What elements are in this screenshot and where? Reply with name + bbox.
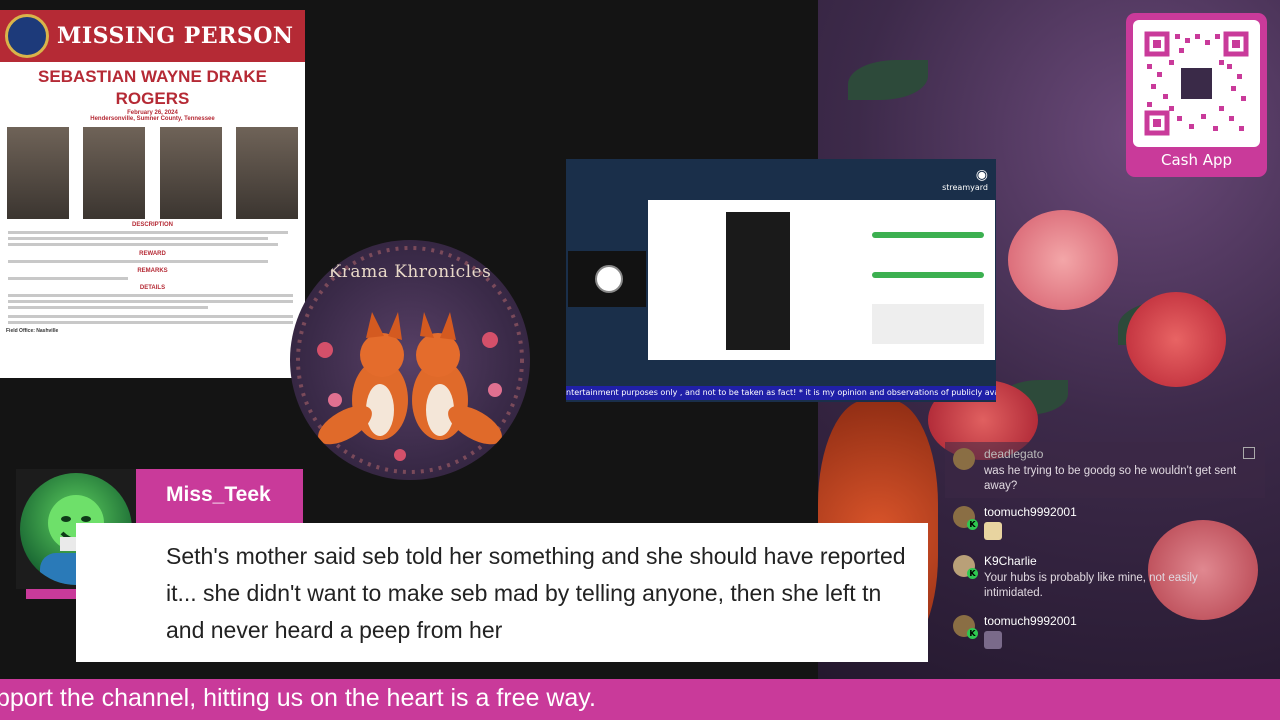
kick-badge-icon: K (967, 568, 978, 579)
chat-message: K K9Charlie Your hubs is probably like m… (945, 553, 1265, 603)
missing-person-photo (159, 127, 222, 219)
flyer-photos (0, 127, 305, 219)
flyer-header: MISSING PERSON (0, 10, 305, 62)
remarks-header: REMARKS (137, 268, 168, 274)
chat-message: K toomuch9992001 (945, 613, 1265, 659)
kick-badge-icon: K (967, 519, 978, 530)
field-office: Field Office: Nashville (6, 328, 59, 334)
details-header: DETAILS (139, 285, 166, 291)
chat-username: toomuch9992001 (984, 614, 1077, 628)
missing-person-photo (7, 127, 69, 219)
comment-username: Miss_Teek (166, 483, 271, 506)
missing-person-photo (83, 127, 146, 219)
streamyard-window: ◉ streamyard ntertainment purposes only … (566, 159, 996, 402)
shared-screen (648, 200, 995, 360)
video-panel (726, 212, 790, 350)
missing-person-photo (235, 127, 298, 219)
stream-ticker: ntertainment purposes only , and not to … (566, 386, 996, 400)
kick-badge-icon: K (967, 628, 978, 639)
chat-username: toomuch9992001 (984, 505, 1077, 519)
chat-username: K9Charlie (984, 554, 1037, 568)
chat-username: deadlegato (984, 447, 1044, 461)
ticker-text: pport the channel, hitting us on the hea… (0, 684, 596, 712)
chat-panel: deadlegato was he trying to be goodg so … (945, 418, 1265, 668)
chat-text: was he trying to be goodg so he wouldn't… (984, 465, 1237, 492)
flag-icon[interactable] (1243, 447, 1255, 459)
emote-icon (984, 522, 1002, 540)
missing-person-flyer: MISSING PERSON SEBASTIAN WAYNE DRAKE ROG… (0, 10, 305, 378)
reward-header: REWARD (139, 251, 166, 257)
fox-illustration (296, 246, 524, 474)
description-header: DESCRIPTION (131, 222, 173, 228)
chat-avatar (953, 448, 975, 470)
camera-thumbnail (568, 251, 646, 307)
cashapp-label: Cash App (1160, 151, 1233, 169)
chat-text: Your hubs is probably like mine, not eas… (984, 572, 1198, 599)
chat-message: deadlegato was he trying to be goodg so … (945, 442, 1265, 498)
missing-person-name: SEBASTIAN WAYNE DRAKE ROGERS (38, 67, 267, 108)
comment-text: Seth's mother said seb told her somethin… (166, 543, 906, 643)
cashapp-card[interactable]: Cash App (1126, 13, 1267, 177)
krama-khronicles-logo: Krama Khronicles (290, 240, 530, 480)
chat-message: K toomuch9992001 (945, 504, 1265, 550)
flyer-location: Hendersonville, Sumner County, Tennessee (90, 116, 215, 122)
bottom-ticker: pport the channel, hitting us on the hea… (0, 679, 1280, 720)
fbi-seal-icon (5, 14, 49, 58)
qr-code[interactable] (1133, 20, 1260, 147)
streamyard-logo: ◉ streamyard (942, 167, 988, 192)
flyer-title: MISSING PERSON (57, 23, 294, 49)
justice-logo-icon (595, 265, 623, 293)
emote-icon (984, 631, 1002, 649)
